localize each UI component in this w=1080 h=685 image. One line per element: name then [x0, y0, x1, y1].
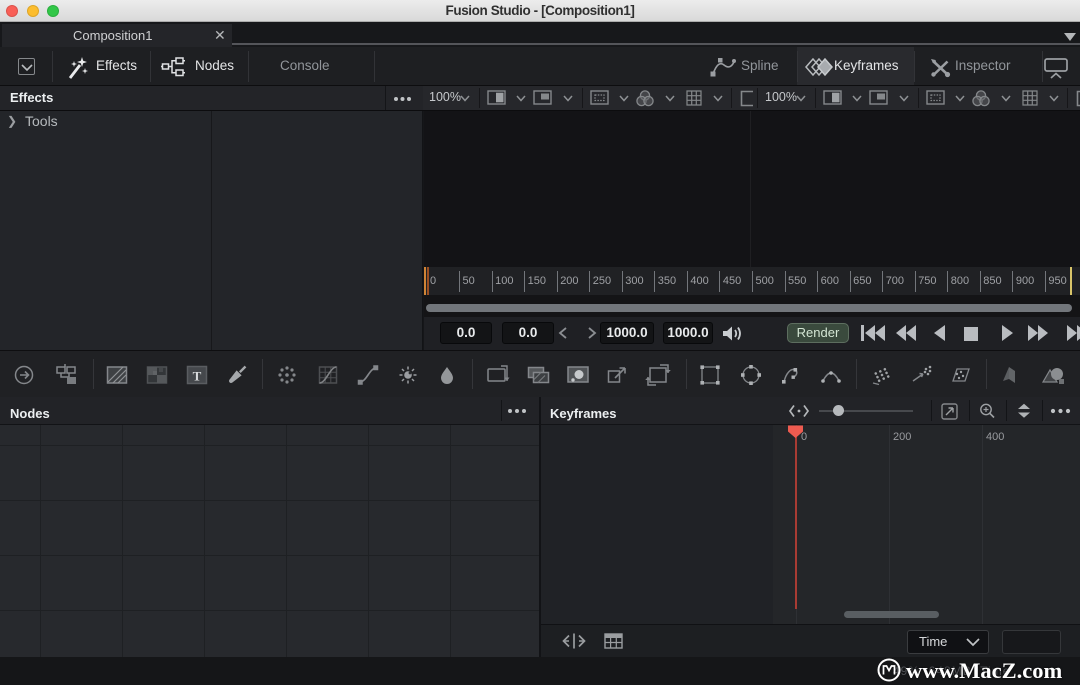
svg-text:T: T [193, 369, 202, 384]
